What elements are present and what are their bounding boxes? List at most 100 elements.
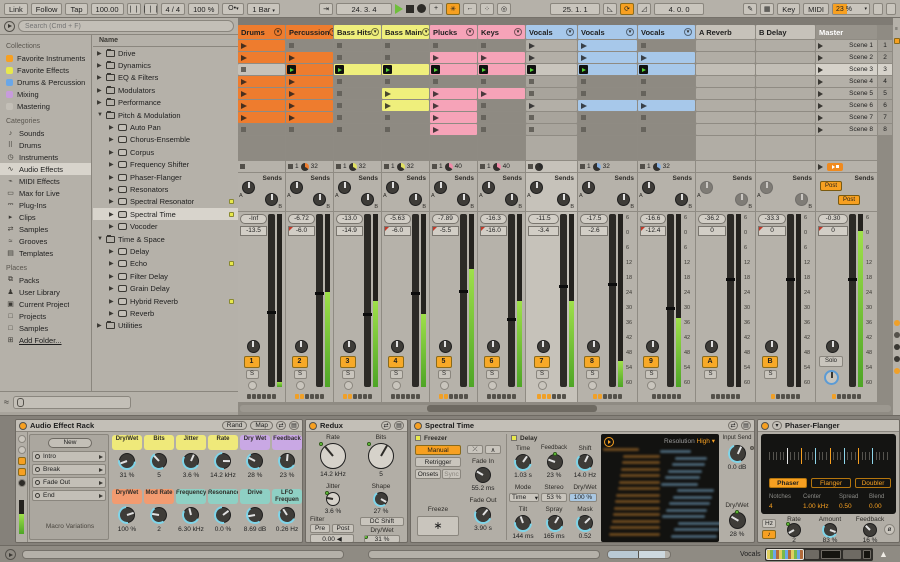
clip-slot[interactable] — [382, 112, 429, 123]
pan-knob[interactable] — [646, 340, 659, 353]
macro-knob[interactable] — [119, 453, 135, 469]
clip-slot[interactable] — [578, 64, 637, 75]
device-title-bar[interactable]: Redux ⇄ ▤ — [306, 420, 407, 432]
send-b-knob[interactable] — [265, 193, 278, 206]
track-header[interactable]: Drums ▾ — [238, 25, 285, 39]
solo-button[interactable]: S — [704, 370, 717, 379]
solo-button[interactable]: S — [764, 370, 777, 379]
expand-arrow-icon[interactable]: ▶ — [109, 248, 115, 255]
expand-arrow-icon[interactable]: ▶ — [109, 211, 115, 218]
volume-fader[interactable] — [666, 214, 681, 387]
show-devices-icon[interactable] — [17, 468, 26, 476]
arm-button[interactable] — [439, 381, 449, 390]
track-activator[interactable]: 5 — [435, 356, 452, 368]
volume-display[interactable]: -6.0 — [288, 226, 315, 236]
center-value[interactable]: 1.00 kHz — [803, 503, 829, 510]
clip-stop-button[interactable] — [384, 164, 389, 169]
expand-arrow-icon[interactable]: ▶ — [109, 310, 115, 317]
fader-thumb[interactable] — [411, 289, 426, 296]
clip-slot[interactable] — [334, 124, 381, 135]
send-a-knob[interactable] — [290, 181, 303, 194]
sidebar-item-add-folder-[interactable]: ⊞ Add Folder... — [0, 334, 91, 346]
send-a-knob[interactable] — [338, 181, 351, 194]
track-activator[interactable]: 7 — [533, 356, 550, 368]
expand-arrow-icon[interactable]: ▶ — [97, 87, 103, 94]
clip-stop-button[interactable] — [480, 164, 485, 169]
punch-in-icon[interactable]: ◺ — [603, 2, 618, 15]
hot-swap-icon[interactable]: ⇄ — [276, 421, 286, 430]
send-b-knob[interactable] — [457, 193, 470, 206]
session-record-button[interactable]: ⁘ — [480, 2, 495, 15]
send-b-knob[interactable] — [361, 193, 374, 206]
minimap-device-thumb[interactable] — [863, 550, 871, 559]
groove-amount-field[interactable]: 100 % — [188, 2, 220, 15]
solo-button[interactable]: S — [586, 370, 599, 379]
macro-knob[interactable] — [247, 507, 263, 523]
solo-button[interactable]: S — [293, 370, 307, 379]
clip-slot[interactable] — [526, 40, 577, 51]
solo-button[interactable]: S — [245, 370, 259, 379]
clip-slot[interactable] — [696, 100, 755, 111]
tap-tempo-button[interactable]: Tap — [65, 2, 88, 15]
expand-arrow-icon[interactable]: ▶ — [109, 260, 115, 267]
clip-slot[interactable] — [334, 88, 381, 99]
resolution-value[interactable]: High — [697, 438, 710, 445]
scene-launch-icon[interactable] — [818, 102, 823, 109]
peak-level-display[interactable]: -36.2 — [698, 214, 726, 224]
macro-knob[interactable] — [215, 507, 231, 523]
sidebar-item-user-library[interactable]: ♟ User Library — [0, 286, 91, 298]
sidebar-item-clips[interactable]: ▸ Clips — [0, 211, 91, 223]
clip-slot[interactable] — [638, 88, 695, 99]
tree-item-spectral-time[interactable]: ▶ Spectral Time — [93, 208, 238, 221]
blend-value[interactable]: 0.00 — [869, 503, 882, 510]
sidebar-item-max-for-live[interactable]: ▭ Max for Live — [0, 187, 91, 199]
fader-thumb[interactable] — [507, 315, 522, 322]
computer-midi-keyboard-button[interactable]: ▦ — [760, 2, 775, 15]
arm-button[interactable] — [588, 381, 597, 390]
fader-thumb[interactable] — [267, 308, 282, 315]
clip-slot[interactable] — [638, 52, 695, 63]
track-header[interactable]: Vocals ▾ — [578, 25, 637, 39]
clip-slot[interactable] — [478, 88, 525, 99]
save-preset-icon[interactable]: ▤ — [741, 421, 751, 430]
volume-display[interactable]: -13.5 — [240, 226, 267, 236]
fade-in-knob[interactable] — [475, 467, 491, 483]
expand-arrow-icon[interactable]: ▶ — [109, 285, 115, 292]
clip-slot[interactable] — [526, 124, 577, 135]
cue-volume-knob[interactable] — [824, 370, 839, 385]
track-header[interactable]: Plucks ▾ — [430, 25, 477, 39]
track-header[interactable]: Percussion▾ — [286, 25, 333, 39]
scene-launch-icon[interactable] — [818, 54, 823, 61]
peak-level-display[interactable]: -Inf — [240, 214, 267, 224]
groove-pool-bar[interactable] — [12, 395, 131, 409]
arm-button[interactable] — [247, 381, 257, 390]
retrigger-button[interactable]: Retrigger — [415, 457, 461, 467]
tree-name-column-header[interactable]: Name — [93, 35, 238, 47]
tree-item-hybrid-reverb[interactable]: ▶ Hybrid Reverb — [93, 295, 238, 307]
solo-button[interactable]: S — [645, 370, 658, 379]
volume-fader[interactable] — [315, 214, 330, 387]
clip-slot[interactable] — [638, 40, 695, 51]
tree-item-filter-delay[interactable]: ▶ Filter Delay — [93, 270, 238, 282]
tree-item-echo[interactable]: ▶ Echo — [93, 258, 238, 270]
macro-knob[interactable] — [119, 507, 135, 523]
track-header[interactable]: B Delay — [756, 25, 815, 39]
send-a-knob[interactable] — [700, 181, 713, 194]
clip-slot[interactable] — [430, 100, 477, 111]
clip-slot[interactable] — [478, 100, 525, 111]
peak-level-display[interactable]: -7.89 — [432, 214, 459, 224]
expand-arrow-icon[interactable]: ▶ — [97, 322, 103, 329]
groove-pool-icon[interactable]: ≈ — [4, 397, 9, 407]
track-menu-icon[interactable]: ▾ — [684, 28, 692, 36]
clip-slot[interactable] — [638, 124, 695, 135]
zoom-overview-bar[interactable] — [607, 550, 671, 559]
track-header[interactable]: Vocals ▾ — [526, 25, 577, 39]
clip-slot[interactable] — [696, 76, 755, 87]
variation-launch-icon[interactable] — [99, 454, 103, 459]
spectro-play-icon[interactable] — [604, 437, 614, 447]
notches-value[interactable]: 4 — [769, 503, 773, 510]
clip-slot[interactable] — [478, 112, 525, 123]
track-header[interactable]: A Reverb — [696, 25, 755, 39]
collection-item[interactable]: Drums & Percussion — [0, 76, 91, 88]
peak-level-display[interactable]: -6.72 — [288, 214, 315, 224]
